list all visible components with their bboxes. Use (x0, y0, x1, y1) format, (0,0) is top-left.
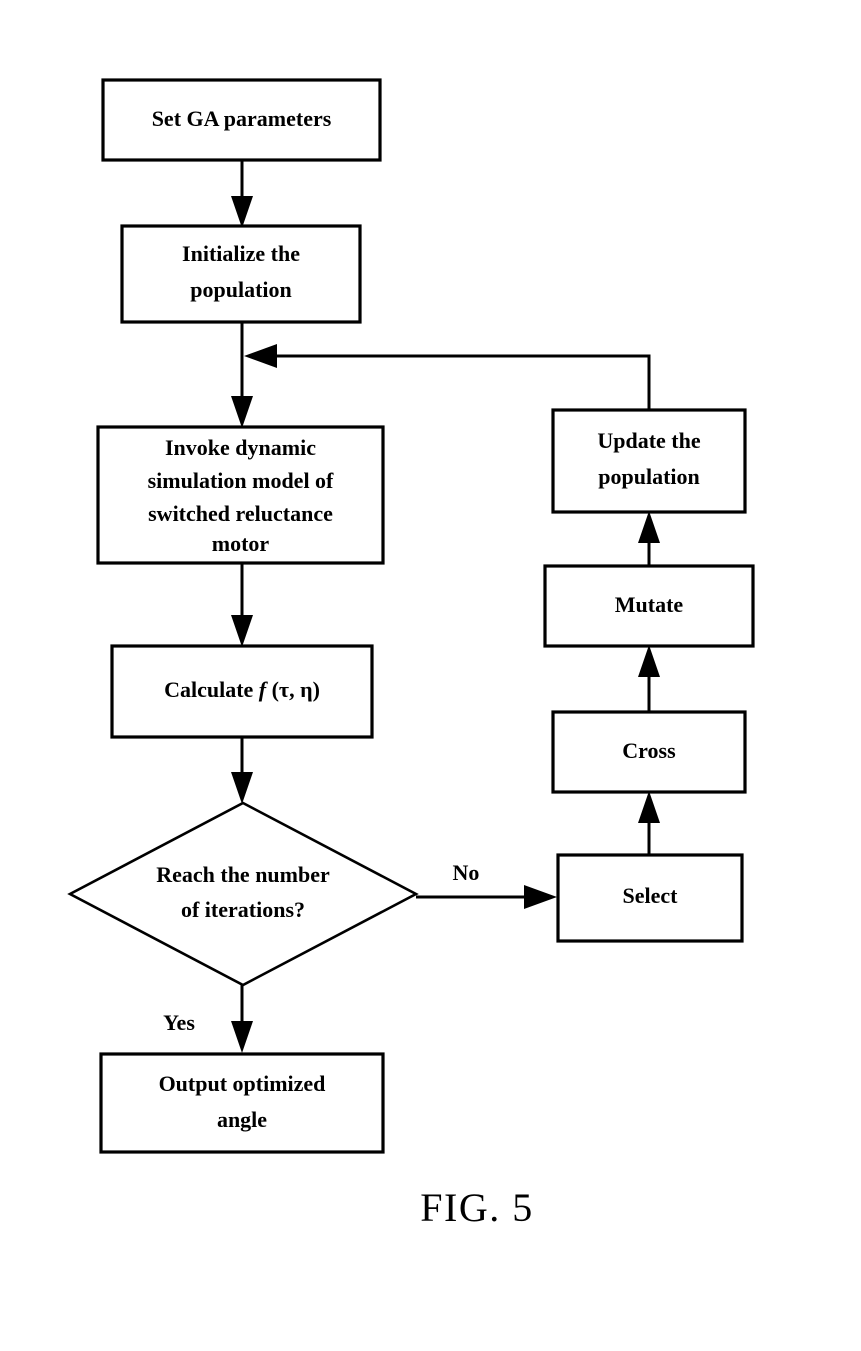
node-mutate-label: Mutate (615, 592, 684, 617)
node-cross-label: Cross (622, 738, 676, 763)
node-initialize-population[interactable]: Initialize the population (120, 224, 362, 324)
node-initialize-population-label-line2: population (190, 277, 292, 302)
node-invoke-label-line1: Invoke dynamic (165, 435, 316, 460)
node-invoke-label-line3: switched reluctance (148, 501, 333, 526)
figure-caption: FIG. 5 (420, 1185, 533, 1230)
edge-label-no: No (453, 860, 480, 885)
edge-select-to-cross (638, 791, 660, 855)
calc-prefix: Calculate (164, 677, 259, 702)
edge-mutate-to-update (638, 511, 660, 566)
node-update-label-line2: population (598, 464, 700, 489)
node-invoke-label-line4: motor (212, 531, 270, 556)
node-calculate-fitness-label: Calculate f (τ, η) (164, 677, 320, 702)
edge-update-to-main-loop (244, 344, 651, 410)
node-select-label: Select (623, 883, 679, 908)
node-select[interactable]: Select (556, 853, 744, 943)
edge-label-yes: Yes (163, 1010, 195, 1035)
node-initialize-population-label-line1: Initialize the (182, 241, 300, 266)
calc-args: (τ, η) (266, 677, 320, 702)
edge-decision-to-select-no (416, 885, 557, 909)
node-calculate-fitness[interactable]: Calculate f (τ, η) (110, 644, 374, 739)
edge-calculate-to-decision (231, 737, 253, 804)
node-update-label-line1: Update the (597, 428, 701, 453)
flowchart-canvas: select --> output --> Set (67, 78, 755, 1230)
node-update-population[interactable]: Update the population (551, 408, 747, 514)
node-output-optimized-angle[interactable]: Output optimized angle (99, 1052, 385, 1154)
edge-initialize-to-invoke (231, 322, 253, 428)
node-set-ga-parameters[interactable]: Set GA parameters (101, 78, 382, 162)
figure-root: select --> output --> Set (0, 0, 861, 1351)
node-set-ga-parameters-label: Set GA parameters (152, 106, 332, 131)
edge-cross-to-mutate (638, 645, 660, 712)
node-decision-label-line1: Reach the number (156, 862, 330, 887)
edge-invoke-to-calculate (231, 563, 253, 647)
edge-set-params-to-initialize (231, 160, 253, 228)
node-invoke-dynamic-simulation-model[interactable]: Invoke dynamic simulation model of switc… (96, 425, 385, 565)
node-reach-number-of-iterations[interactable]: Reach the number of iterations? (67, 801, 419, 987)
edge-decision-to-output-yes (231, 985, 253, 1053)
node-invoke-label-line2: simulation model of (148, 468, 334, 493)
node-mutate[interactable]: Mutate (543, 564, 755, 648)
node-output-label-line1: Output optimized (159, 1071, 326, 1096)
node-cross[interactable]: Cross (551, 710, 747, 794)
node-decision-label-line2: of iterations? (181, 897, 305, 922)
node-output-label-line2: angle (217, 1107, 267, 1132)
